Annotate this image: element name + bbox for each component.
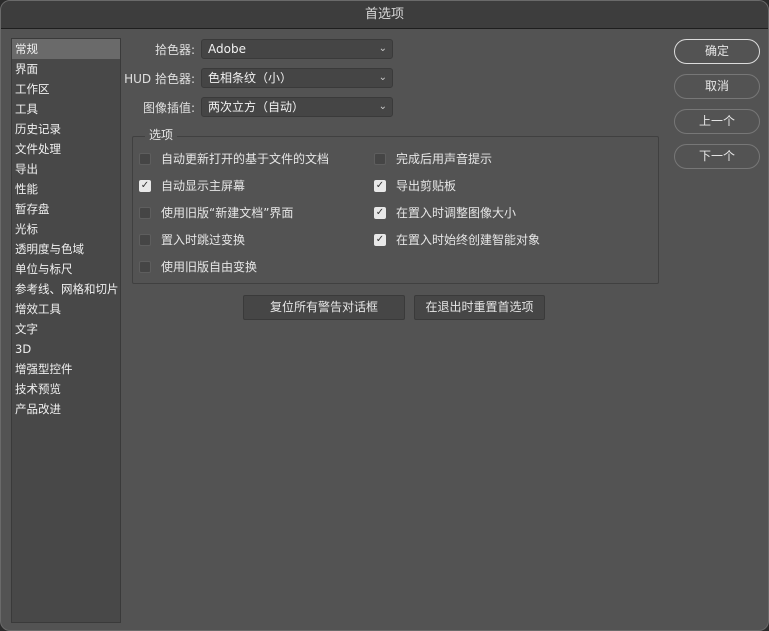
sidebar-item[interactable]: 界面: [12, 59, 120, 79]
options-group-title: 选项: [145, 126, 178, 143]
sidebar-item[interactable]: 单位与标尺: [12, 259, 120, 279]
hud-color-picker-label: HUD 拾色器:: [124, 71, 195, 86]
checkbox-checked-icon[interactable]: ✓: [374, 206, 386, 219]
sidebar-item[interactable]: 暂存盘: [12, 199, 120, 219]
option-checkbox[interactable]: ✓ 在置入时调整图像大小: [374, 204, 516, 221]
color-picker-value: Adobe: [208, 42, 246, 56]
image-interpolation-label: 图像插值:: [142, 100, 195, 115]
option-label: 使用旧版自由变换: [161, 260, 258, 274]
sidebar-item[interactable]: 光标: [12, 219, 120, 239]
checkbox-checked-icon[interactable]: ✓: [374, 233, 386, 246]
option-checkbox[interactable]: 置入时跳过变换: [139, 231, 245, 248]
image-interpolation-value: 两次立方（自动）: [208, 100, 305, 114]
option-checkbox[interactable]: 完成后用声音提示: [374, 150, 492, 167]
option-checkbox[interactable]: ✓ 导出剪贴板: [374, 177, 456, 194]
color-picker-select[interactable]: Adobe ⌄: [201, 39, 393, 59]
option-label: 自动显示主屏幕: [161, 179, 246, 193]
sidebar-item[interactable]: 导出: [12, 159, 120, 179]
sidebar-item[interactable]: 常规: [12, 39, 120, 59]
sidebar-item[interactable]: 性能: [12, 179, 120, 199]
color-picker-row: 拾色器: Adobe ⌄: [121, 38, 393, 60]
option-checkbox[interactable]: ✓ 在置入时始终创建智能对象: [374, 231, 540, 248]
next-button[interactable]: 下一个: [674, 144, 760, 169]
chevron-down-icon: ⌄: [378, 72, 387, 83]
option-label: 导出剪贴板: [396, 179, 457, 193]
sidebar-item[interactable]: 工作区: [12, 79, 120, 99]
option-label: 自动更新打开的基于文件的文档: [161, 152, 330, 166]
hud-color-picker-row: HUD 拾色器: 色相条纹（小） ⌄: [121, 67, 393, 89]
checkbox-unchecked-icon[interactable]: [139, 206, 151, 219]
checkbox-unchecked-icon[interactable]: [139, 152, 151, 165]
sidebar-item[interactable]: 历史记录: [12, 119, 120, 139]
previous-button[interactable]: 上一个: [674, 109, 760, 134]
option-checkbox[interactable]: 使用旧版自由变换: [139, 258, 257, 275]
option-label: 使用旧版“新建文档”界面: [161, 206, 294, 220]
dialog-title: 首选项: [1, 1, 768, 29]
image-interpolation-select[interactable]: 两次立方（自动） ⌄: [201, 97, 393, 117]
sidebar-item[interactable]: 增强型控件: [12, 359, 120, 379]
checkbox-unchecked-icon[interactable]: [139, 260, 151, 273]
checkbox-unchecked-icon[interactable]: [139, 233, 151, 246]
cancel-button[interactable]: 取消: [674, 74, 760, 99]
reset-preferences-on-quit-button[interactable]: 在退出时重置首选项: [414, 295, 545, 320]
option-checkbox[interactable]: ✓ 自动显示主屏幕: [139, 177, 245, 194]
checkbox-checked-icon[interactable]: ✓: [374, 179, 386, 192]
option-label: 在置入时调整图像大小: [396, 206, 517, 220]
option-checkbox[interactable]: 使用旧版“新建文档”界面: [139, 204, 293, 221]
checkbox-checked-icon[interactable]: ✓: [139, 179, 151, 192]
ok-button[interactable]: 确定: [674, 39, 760, 64]
chevron-down-icon: ⌄: [378, 43, 387, 54]
option-label: 完成后用声音提示: [396, 152, 493, 166]
sidebar-item[interactable]: 参考线、网格和切片: [12, 279, 120, 299]
option-label: 在置入时始终创建智能对象: [396, 233, 541, 247]
hud-color-picker-select[interactable]: 色相条纹（小） ⌄: [201, 68, 393, 88]
option-label: 置入时跳过变换: [161, 233, 246, 247]
checkbox-unchecked-icon[interactable]: [374, 152, 386, 165]
chevron-down-icon: ⌄: [378, 101, 387, 112]
option-checkbox[interactable]: 自动更新打开的基于文件的文档: [139, 150, 329, 167]
preferences-dialog: 首选项 常规 界面 工作区 工具 历史记录 文件处理 导出 性能 暂存盘 光标 透明度与色域 单位与标…: [0, 0, 769, 631]
sidebar-item[interactable]: 技术预览: [12, 379, 120, 399]
sidebar-item[interactable]: 3D: [12, 339, 120, 359]
category-list[interactable]: 常规 界面 工作区 工具 历史记录 文件处理 导出 性能 暂存盘 光标 透明度与色域 单位与标尺 参考线…: [11, 38, 121, 623]
sidebar-item[interactable]: 增效工具: [12, 299, 120, 319]
sidebar-item[interactable]: 产品改进: [12, 399, 120, 419]
sidebar-item[interactable]: 文件处理: [12, 139, 120, 159]
color-picker-label: 拾色器:: [154, 42, 195, 57]
reset-warnings-button[interactable]: 复位所有警告对话框: [243, 295, 405, 320]
sidebar-item[interactable]: 文字: [12, 319, 120, 339]
sidebar-item[interactable]: 透明度与色域: [12, 239, 120, 259]
image-interpolation-row: 图像插值: 两次立方（自动） ⌄: [121, 96, 393, 118]
sidebar-item[interactable]: 工具: [12, 99, 120, 119]
hud-color-picker-value: 色相条纹（小）: [208, 71, 293, 85]
